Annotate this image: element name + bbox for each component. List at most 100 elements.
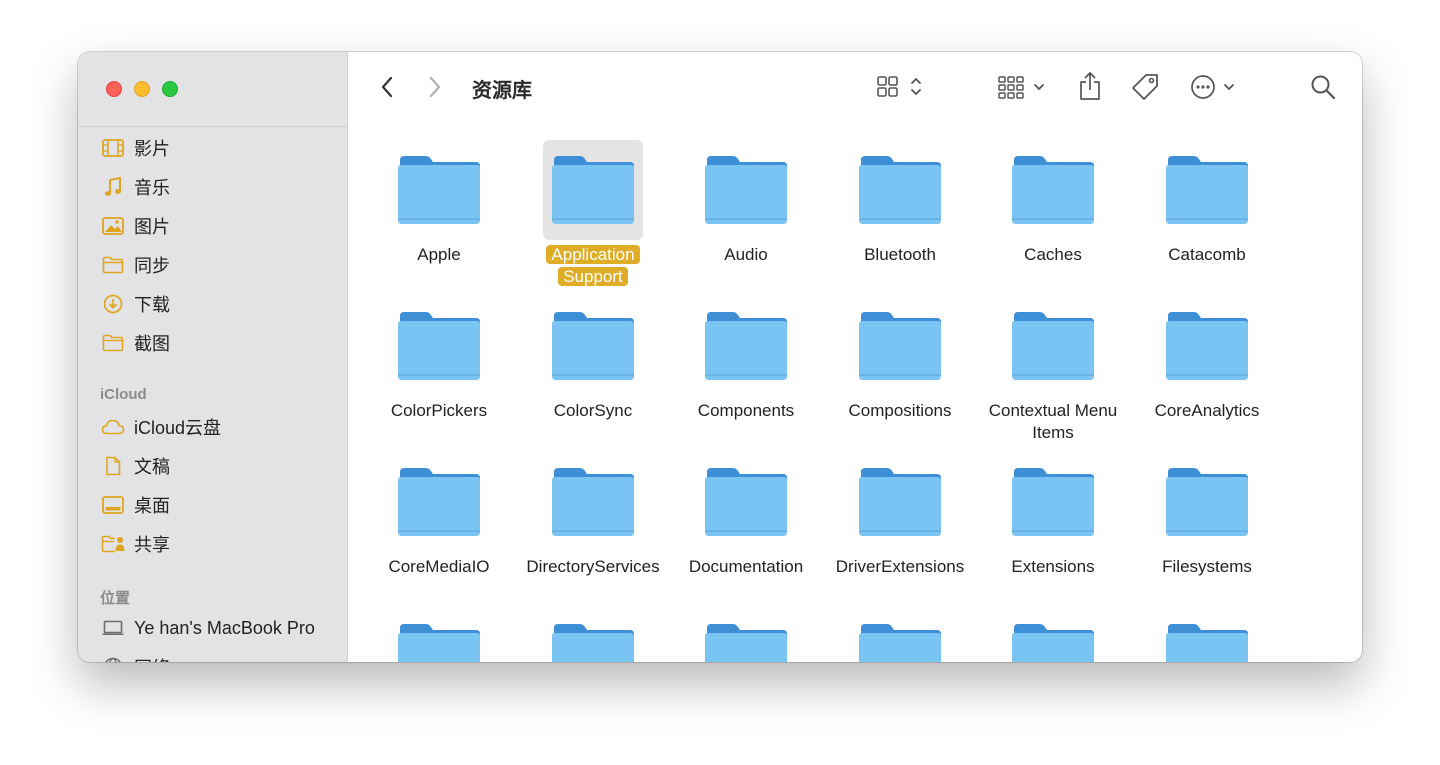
tag-button[interactable]: [1128, 73, 1162, 104]
folder-item[interactable]: Bluetooth: [825, 140, 975, 266]
folder-icon[interactable]: [389, 296, 489, 396]
globe-icon: [100, 656, 126, 662]
folder-name: Components: [697, 401, 795, 420]
laptop-icon: [100, 617, 126, 639]
folder-icon[interactable]: [850, 452, 950, 552]
folder-item[interactable]: ColorPickers: [364, 296, 514, 422]
folder-name-selected-highlight: Application Support: [546, 245, 640, 286]
folder-item[interactable]: [1132, 608, 1282, 662]
folder-icon[interactable]: [696, 140, 796, 240]
folder-item[interactable]: Extensions: [978, 452, 1128, 578]
sidebar-item-label: Ye han's MacBook Pro: [134, 617, 315, 638]
sidebar-item-icloud-drive[interactable]: iCloud云盘: [100, 413, 340, 441]
folder-icon[interactable]: [696, 296, 796, 396]
music-note-icon: [100, 176, 126, 198]
folder-icon[interactable]: [543, 452, 643, 552]
folder-icon-graphic: [1012, 312, 1094, 380]
folder-item[interactable]: Compositions: [825, 296, 975, 422]
folder-icon[interactable]: [1157, 608, 1257, 662]
folder-name: ColorSync: [553, 401, 633, 420]
desktop-icon: [100, 494, 126, 516]
folder-icon[interactable]: [1157, 296, 1257, 396]
folder-name: Compositions: [848, 401, 952, 420]
more-actions-button[interactable]: [1188, 74, 1244, 104]
sidebar-item-label: 图片: [134, 217, 170, 237]
sidebar-item-macbook[interactable]: Ye han's MacBook Pro: [100, 614, 340, 642]
sidebar-item-documents[interactable]: 文稿: [100, 452, 340, 480]
sidebar-item-music[interactable]: 音乐: [100, 173, 340, 201]
folder-name: Extensions: [1011, 557, 1095, 576]
folder-item[interactable]: Catacomb: [1132, 140, 1282, 266]
folder-item[interactable]: Documentation: [671, 452, 821, 578]
folder-icon[interactable]: [543, 296, 643, 396]
folder-icon[interactable]: [389, 608, 489, 662]
folder-item[interactable]: Filesystems: [1132, 452, 1282, 578]
folder-item[interactable]: [978, 608, 1128, 662]
folder-item[interactable]: Audio: [671, 140, 821, 266]
sidebar-item-sync[interactable]: 同步: [100, 251, 340, 279]
sidebar-item-downloads[interactable]: 下载: [100, 290, 340, 318]
folder-icon[interactable]: [543, 140, 643, 240]
folder-item[interactable]: Contextual Menu Items: [978, 296, 1128, 444]
folder-icon[interactable]: [696, 452, 796, 552]
shared-folder-icon: [100, 533, 126, 555]
folder-item[interactable]: [364, 608, 514, 662]
sidebar-item-label: 音乐: [134, 178, 170, 198]
sidebar-section-icloud: iCloud: [100, 386, 147, 403]
sidebar-section-locations: 位置: [100, 590, 131, 607]
close-window-button[interactable]: [106, 81, 122, 97]
folder-icon[interactable]: [543, 608, 643, 662]
folder-icon[interactable]: [1003, 140, 1103, 240]
folder-icon[interactable]: [1003, 452, 1103, 552]
sidebar-item-network[interactable]: 网络: [100, 653, 340, 662]
folder-icon[interactable]: [850, 140, 950, 240]
folder-icon[interactable]: [696, 608, 796, 662]
folder-icon-graphic: [859, 468, 941, 536]
folder-item[interactable]: CoreMediaIO: [364, 452, 514, 578]
sidebar-item-label: iCloud云盘: [134, 418, 222, 438]
folder-icon[interactable]: [1157, 140, 1257, 240]
folder-icon[interactable]: [1003, 296, 1103, 396]
folder-icon-graphic: [1166, 312, 1248, 380]
folder-item[interactable]: Apple: [364, 140, 514, 266]
sidebar-item-movies[interactable]: 影片: [100, 134, 340, 162]
sidebar-item-label: 同步: [134, 256, 170, 276]
search-button[interactable]: [1308, 74, 1338, 104]
folder-icon[interactable]: [389, 452, 489, 552]
folder-icon[interactable]: [1157, 452, 1257, 552]
sidebar-item-screenshots[interactable]: 截图: [100, 329, 340, 357]
folder-icon-graphic: [859, 156, 941, 224]
folder-item[interactable]: [825, 608, 975, 662]
folder-item[interactable]: [671, 608, 821, 662]
sidebar: 影片 音乐 图片 同步 下载 截图 iCloud iCloud云盘 文稿 桌面 …: [78, 52, 348, 662]
folder-item[interactable]: Components: [671, 296, 821, 422]
sidebar-item-pictures[interactable]: 图片: [100, 212, 340, 240]
zoom-window-button[interactable]: [162, 81, 178, 97]
folder-icon[interactable]: [850, 608, 950, 662]
folder-icon-graphic: [398, 312, 480, 380]
folder-name: DirectoryServices: [526, 557, 660, 576]
cloud-icon: [100, 416, 126, 438]
folder-item[interactable]: [518, 608, 668, 662]
search-icon: [1310, 74, 1336, 105]
folder-item[interactable]: Caches: [978, 140, 1128, 266]
folder-item[interactable]: DirectoryServices: [518, 452, 668, 578]
folder-icon[interactable]: [1003, 608, 1103, 662]
sidebar-item-label: 影片: [134, 139, 170, 159]
view-mode-button[interactable]: [874, 74, 928, 104]
folder-item[interactable]: Application Support: [518, 140, 668, 288]
back-button[interactable]: [376, 76, 398, 102]
folder-item[interactable]: DriverExtensions: [825, 452, 975, 578]
folder-name: Filesystems: [1162, 557, 1252, 576]
folder-item[interactable]: CoreAnalytics: [1132, 296, 1282, 422]
folder-icon-graphic: [1166, 468, 1248, 536]
group-by-button[interactable]: [996, 74, 1052, 104]
folder-icon[interactable]: [850, 296, 950, 396]
sidebar-item-shared[interactable]: 共享: [100, 530, 340, 558]
sidebar-item-desktop[interactable]: 桌面: [100, 491, 340, 519]
share-button[interactable]: [1076, 71, 1104, 104]
folder-icon[interactable]: [389, 140, 489, 240]
forward-button[interactable]: [424, 76, 446, 102]
folder-item[interactable]: ColorSync: [518, 296, 668, 422]
minimize-window-button[interactable]: [134, 81, 150, 97]
